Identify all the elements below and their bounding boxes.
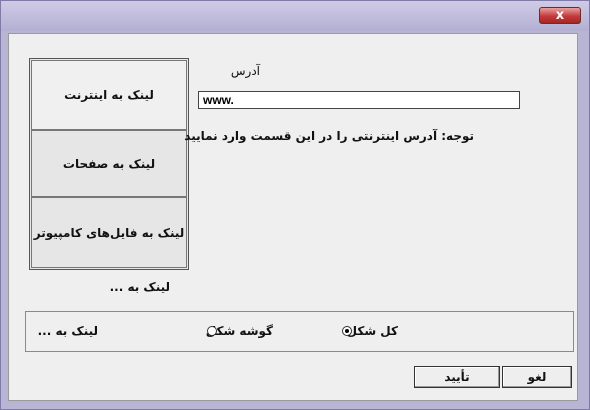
link-to-caption: لینک به ...	[109, 280, 170, 294]
title-bar: x	[1, 1, 589, 31]
tab-link-internet[interactable]: لینک به اینترنت	[31, 60, 187, 130]
address-label: آدرس	[230, 64, 260, 78]
tab-link-computer-files[interactable]: لینک به فایل‌های کامپیوتر	[31, 197, 187, 268]
option-whole-shape-label[interactable]: کل شکل	[347, 324, 398, 338]
group-label: لینک به ...	[37, 324, 98, 338]
ok-button[interactable]: تأیید	[414, 366, 500, 388]
option-shape-corner-radio[interactable]	[207, 326, 217, 336]
address-input[interactable]: www.	[198, 91, 520, 109]
close-button[interactable]: x	[539, 7, 581, 24]
option-whole-shape-radio[interactable]	[342, 326, 352, 336]
address-note: توجه: آدرس اینترنتی را در این قسمت وارد …	[184, 129, 474, 143]
link-target-group: لینک به ... گوشه شکل کل شکل	[25, 311, 574, 352]
tab-link-pages[interactable]: لینک به صفحات	[31, 130, 187, 197]
cancel-button[interactable]: لغو	[502, 366, 572, 388]
link-type-tabs: لینک به اینترنت لینک به صفحات لینک به فا…	[29, 58, 189, 270]
